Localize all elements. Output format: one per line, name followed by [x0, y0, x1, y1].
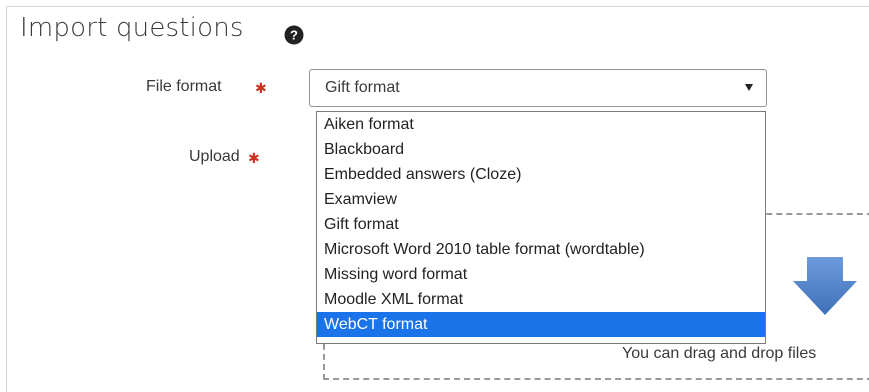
option-examview[interactable]: Examview — [317, 187, 765, 212]
caret-down-icon — [745, 84, 753, 91]
file-format-options-list: Aiken format Blackboard Embedded answers… — [316, 111, 766, 344]
required-asterisk-icon: ✱ — [255, 80, 267, 96]
page-title: Import questions — [20, 13, 244, 43]
option-microsoft-word-2010-table-format[interactable]: Microsoft Word 2010 table format (wordta… — [317, 237, 765, 262]
option-moodle-xml-format[interactable]: Moodle XML format — [317, 287, 765, 312]
arrow-down-icon — [793, 257, 857, 315]
file-format-select[interactable]: Gift format — [309, 69, 767, 107]
question-circle-icon[interactable]: ? — [284, 25, 304, 45]
option-webct-format[interactable]: WebCT format — [317, 312, 765, 337]
file-format-label: File format — [146, 78, 222, 95]
option-embedded-answers-cloze[interactable]: Embedded answers (Cloze) — [317, 162, 765, 187]
option-gift-format[interactable]: Gift format — [317, 212, 765, 237]
option-aiken-format[interactable]: Aiken format — [317, 112, 765, 137]
option-blackboard[interactable]: Blackboard — [317, 137, 765, 162]
option-missing-word-format[interactable]: Missing word format — [317, 262, 765, 287]
file-format-selected-value: Gift format — [325, 79, 400, 96]
drop-hint-text: You can drag and drop files — [622, 345, 817, 362]
svg-text:?: ? — [290, 28, 298, 43]
required-asterisk-icon: ✱ — [248, 150, 260, 166]
upload-label: Upload — [189, 148, 240, 165]
